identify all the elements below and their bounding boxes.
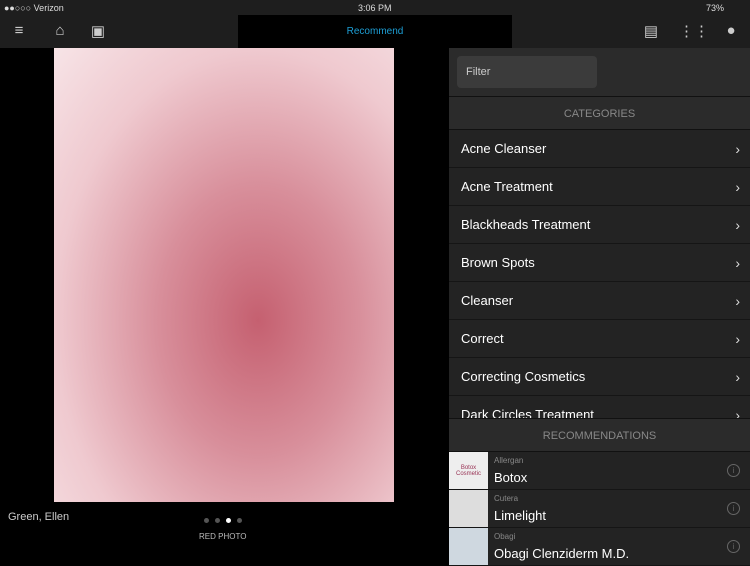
chevron-right-icon: ›: [735, 407, 740, 418]
menu-icon[interactable]: ≡: [9, 22, 29, 39]
product-name: Botox: [494, 470, 528, 485]
status-bar: ●●○○○ Verizon 3:06 PM 73%: [0, 0, 750, 15]
category-item[interactable]: Acne Treatment ›: [449, 168, 750, 206]
category-item[interactable]: Correcting Cosmetics ›: [449, 358, 750, 396]
battery: 73%: [706, 3, 725, 13]
product-thumbnail: [449, 528, 488, 565]
chevron-right-icon: ›: [735, 179, 740, 195]
info-icon[interactable]: i: [727, 464, 740, 477]
product-thumbnail: [449, 490, 488, 527]
user-icon[interactable]: ●: [721, 22, 741, 39]
categories-list[interactable]: Acne Cleanser › Acne Treatment › Blackhead…: [449, 130, 750, 418]
page-dot[interactable]: [204, 518, 209, 523]
chevron-right-icon: ›: [735, 217, 740, 233]
right-panel: Filter CATEGORIES Acne Cleanser › Acne Tr…: [449, 48, 750, 566]
photo-label: RED PHOTO: [199, 532, 247, 541]
product-name: Obagi Clenziderm M.D.: [494, 546, 630, 561]
info-icon[interactable]: i: [727, 540, 740, 553]
category-item[interactable]: Brown Spots ›: [449, 244, 750, 282]
carrier: ●●○○○ Verizon: [4, 3, 64, 13]
brand-label: Cutera: [494, 494, 519, 503]
page-dot-active[interactable]: [226, 518, 231, 523]
info-icon[interactable]: i: [727, 502, 740, 515]
red-photo[interactable]: [54, 48, 394, 502]
brand-label: Obagi: [494, 532, 516, 541]
product-name: Limelight: [494, 508, 547, 523]
category-item[interactable]: Acne Cleanser ›: [449, 130, 750, 168]
category-item[interactable]: Correct ›: [449, 320, 750, 358]
nav-bar: ≡ ⌂ ▣ Recommend ▤ ⋮⋮ ●: [0, 15, 750, 48]
chevron-right-icon: ›: [735, 331, 740, 347]
category-label: Dark Circles Treatment: [461, 407, 594, 418]
grid-icon[interactable]: ⋮⋮: [679, 22, 709, 40]
category-label: Acne Treatment: [461, 179, 553, 194]
product-thumbnail: Botox Cosmetic: [449, 452, 488, 489]
recommendation-item[interactable]: Obagi Obagi Clenziderm M.D. i: [449, 528, 750, 566]
home-icon[interactable]: ⌂: [50, 22, 70, 39]
category-item[interactable]: Cleanser ›: [449, 282, 750, 320]
category-item[interactable]: Blackheads Treatment ›: [449, 206, 750, 244]
page-dots[interactable]: [204, 518, 242, 523]
page-dot[interactable]: [237, 518, 242, 523]
brand-label: Allergan: [494, 456, 524, 465]
recommendations-header: RECOMMENDATIONS: [449, 418, 750, 452]
category-label: Blackheads Treatment: [461, 217, 591, 232]
page-dot[interactable]: [215, 518, 220, 523]
archive-icon[interactable]: ▣: [88, 22, 108, 40]
chevron-right-icon: ›: [735, 141, 740, 157]
category-label: Correcting Cosmetics: [461, 369, 586, 384]
category-label: Cleanser: [461, 293, 514, 308]
category-label: Correct: [461, 331, 504, 346]
category-label: Acne Cleanser: [461, 141, 547, 156]
recommendation-item[interactable]: Cutera Limelight i: [449, 490, 750, 528]
category-label: Brown Spots: [461, 255, 535, 270]
recommendations-list[interactable]: Botox Cosmetic Allergan Botox i Cutera Limel…: [449, 452, 750, 566]
patient-name: Green, Ellen: [8, 511, 70, 523]
categories-header: CATEGORIES: [449, 96, 750, 130]
nav-title: Recommend: [238, 15, 512, 48]
filter-input[interactable]: Filter: [457, 56, 597, 88]
clock: 3:06 PM: [358, 3, 392, 13]
chevron-right-icon: ›: [735, 255, 740, 271]
chevron-right-icon: ›: [735, 293, 740, 309]
document-icon[interactable]: ▤: [641, 22, 661, 40]
category-item[interactable]: Dark Circles Treatment ›: [449, 396, 750, 418]
recommendation-item[interactable]: Botox Cosmetic Allergan Botox i: [449, 452, 750, 490]
chevron-right-icon: ›: [735, 369, 740, 385]
